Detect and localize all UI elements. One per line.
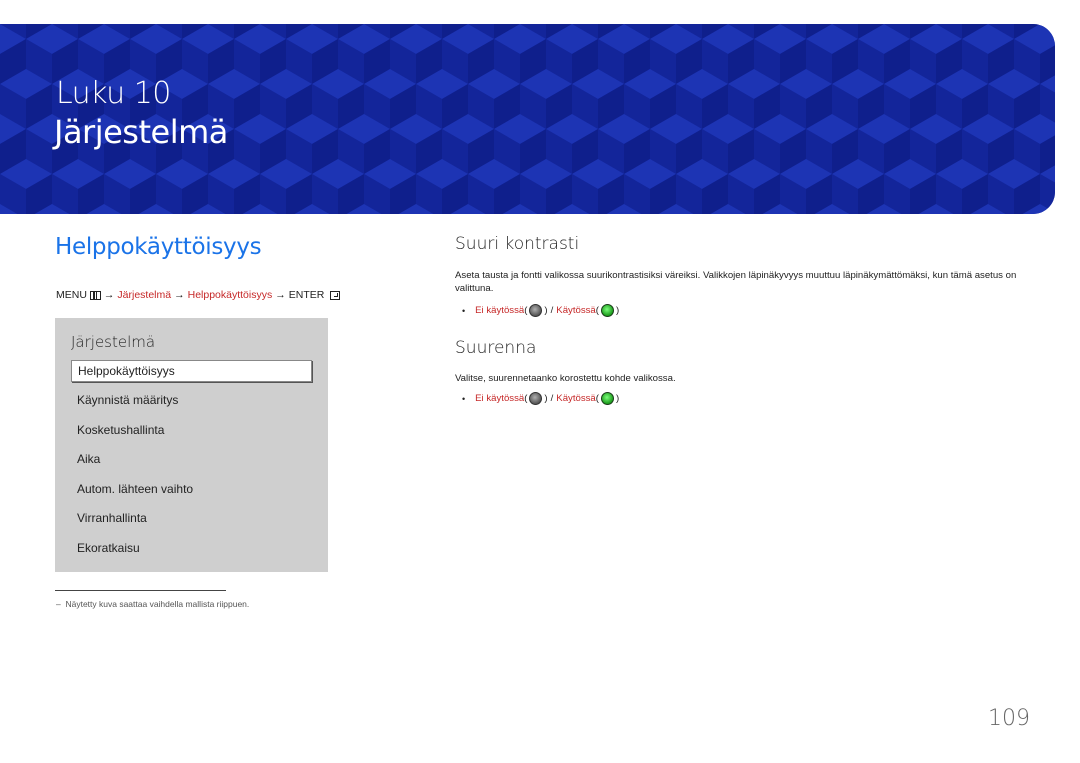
breadcrumb-menu: MENU [56,289,87,301]
page-number: 109 [988,706,1030,731]
menu-item-start-setup[interactable]: Käynnistä määritys [71,389,312,419]
menu-item-time[interactable]: Aika [71,448,312,478]
option-off-label: Ei käytössä [475,393,525,404]
bullet: • [462,305,466,316]
menu-item-touch-control[interactable]: Kosketushallinta [71,419,312,449]
chapter-label: Luku 10 [56,76,171,111]
footnote-divider [55,590,226,591]
enlarge-description: Valitse, suurennetaanko korostettu kohde… [455,373,676,384]
enlarge-title: Suurenna [455,338,537,358]
breadcrumb: MENU → Järjestelmä → Helppokäyttöisyys →… [56,289,341,301]
menu-item-auto-source-switch[interactable]: Autom. lähteen vaihto [71,478,312,508]
breadcrumb-arrow: → [174,289,185,301]
paren-close: ) [544,305,548,316]
toggle-off-icon [529,304,543,317]
breadcrumb-enter: ENTER [288,289,325,301]
toggle-off-icon [529,392,543,405]
toggle-on-icon [600,392,614,405]
high-contrast-options: • Ei käytössä ( ) / Käytössä ( ) [462,304,619,317]
paren-open: ( [524,393,528,404]
footnote-dash: – [56,599,61,609]
footnote-text: Näytetty kuva saattaa vaihdella mallista… [65,599,250,609]
option-on-label: Käytössä [556,305,596,316]
paren-close: ) [615,393,620,404]
chapter-title: Järjestelmä [54,113,228,151]
menu-item-power-control[interactable]: Virranhallinta [71,507,312,537]
option-on-label: Käytössä [556,393,596,404]
high-contrast-description: Aseta tausta ja fontti valikossa suuriko… [455,270,1017,294]
paren-close: ) [615,305,620,316]
section-title: Helppokäyttöisyys [55,234,262,260]
bullet: • [462,393,466,404]
chapter-banner: Luku 10 Järjestelmä [0,24,1055,214]
paren-open: ( [595,393,599,404]
toggle-on-icon [600,304,614,317]
breadcrumb-arrow: → [275,289,286,301]
high-contrast-title: Suuri kontrasti [455,234,580,254]
menu-heading: Järjestelmä [71,333,156,351]
option-off-label: Ei käytössä [475,305,525,316]
enter-icon [330,290,341,300]
breadcrumb-step-system: Järjestelmä [117,289,172,301]
breadcrumb-arrow: → [103,289,115,301]
paren-close: ) [544,393,548,404]
paren-open: ( [595,305,599,316]
menu-icon [89,290,101,300]
menu-screenshot: Järjestelmä Helppokäyttöisyys Käynnistä … [55,318,328,572]
footnote: – Näytetty kuva saattaa vaihdella mallis… [56,599,249,609]
breadcrumb-step-accessibility: Helppokäyttöisyys [187,289,273,301]
enlarge-options: • Ei käytössä ( ) / Käytössä ( ) [462,392,619,405]
separator: / [550,393,554,404]
menu-item-accessibility[interactable]: Helppokäyttöisyys [71,360,312,382]
menu-list: Helppokäyttöisyys Käynnistä määritys Kos… [71,360,312,567]
separator: / [550,305,554,316]
menu-item-eco-solution[interactable]: Ekoratkaisu [71,537,312,567]
paren-open: ( [524,305,528,316]
